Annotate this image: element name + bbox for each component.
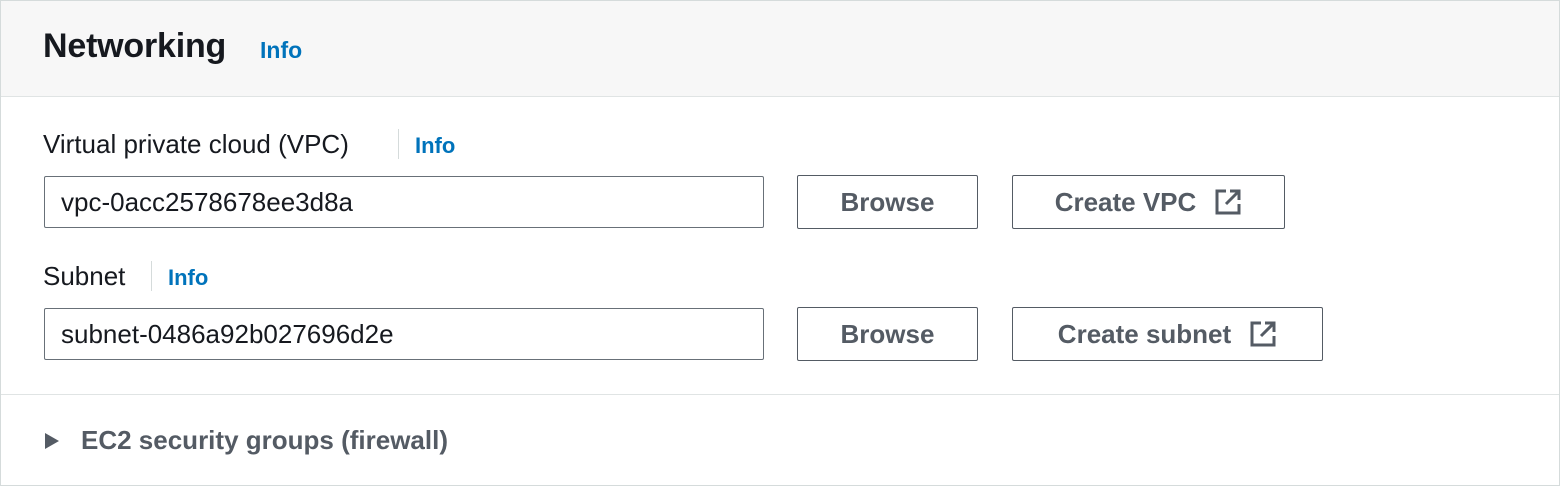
external-link-icon bbox=[1215, 189, 1241, 215]
panel-title: Networking bbox=[43, 27, 227, 65]
subnet-input[interactable] bbox=[44, 308, 764, 360]
subnet-browse-button[interactable]: Browse bbox=[797, 307, 978, 361]
section-divider bbox=[1, 394, 1559, 395]
subnet-label: Subnet bbox=[43, 261, 126, 291]
external-link-icon bbox=[1250, 321, 1276, 347]
subnet-info-link[interactable]: Info bbox=[168, 265, 208, 291]
panel-header: Networking Info bbox=[1, 1, 1559, 97]
subnet-label-divider bbox=[151, 261, 152, 291]
header-info-link[interactable]: Info bbox=[260, 37, 302, 64]
vpc-input[interactable] bbox=[44, 176, 764, 228]
create-subnet-button[interactable]: Create subnet bbox=[1012, 307, 1323, 361]
vpc-browse-label: Browse bbox=[840, 186, 935, 217]
vpc-browse-button[interactable]: Browse bbox=[797, 175, 978, 229]
vpc-label: Virtual private cloud (VPC) bbox=[43, 129, 349, 159]
security-groups-expander[interactable]: EC2 security groups (firewall) bbox=[45, 425, 448, 456]
security-groups-label: EC2 security groups (firewall) bbox=[81, 425, 448, 455]
subnet-browse-label: Browse bbox=[840, 318, 935, 349]
create-subnet-label: Create subnet bbox=[1057, 318, 1232, 349]
vpc-info-link[interactable]: Info bbox=[415, 133, 455, 159]
create-vpc-label: Create VPC bbox=[1054, 186, 1197, 217]
caret-right-icon bbox=[45, 432, 59, 449]
vpc-label-divider bbox=[398, 129, 399, 159]
create-vpc-button[interactable]: Create VPC bbox=[1012, 175, 1285, 229]
networking-panel: Networking Info Virtual private cloud (V… bbox=[0, 0, 1560, 486]
